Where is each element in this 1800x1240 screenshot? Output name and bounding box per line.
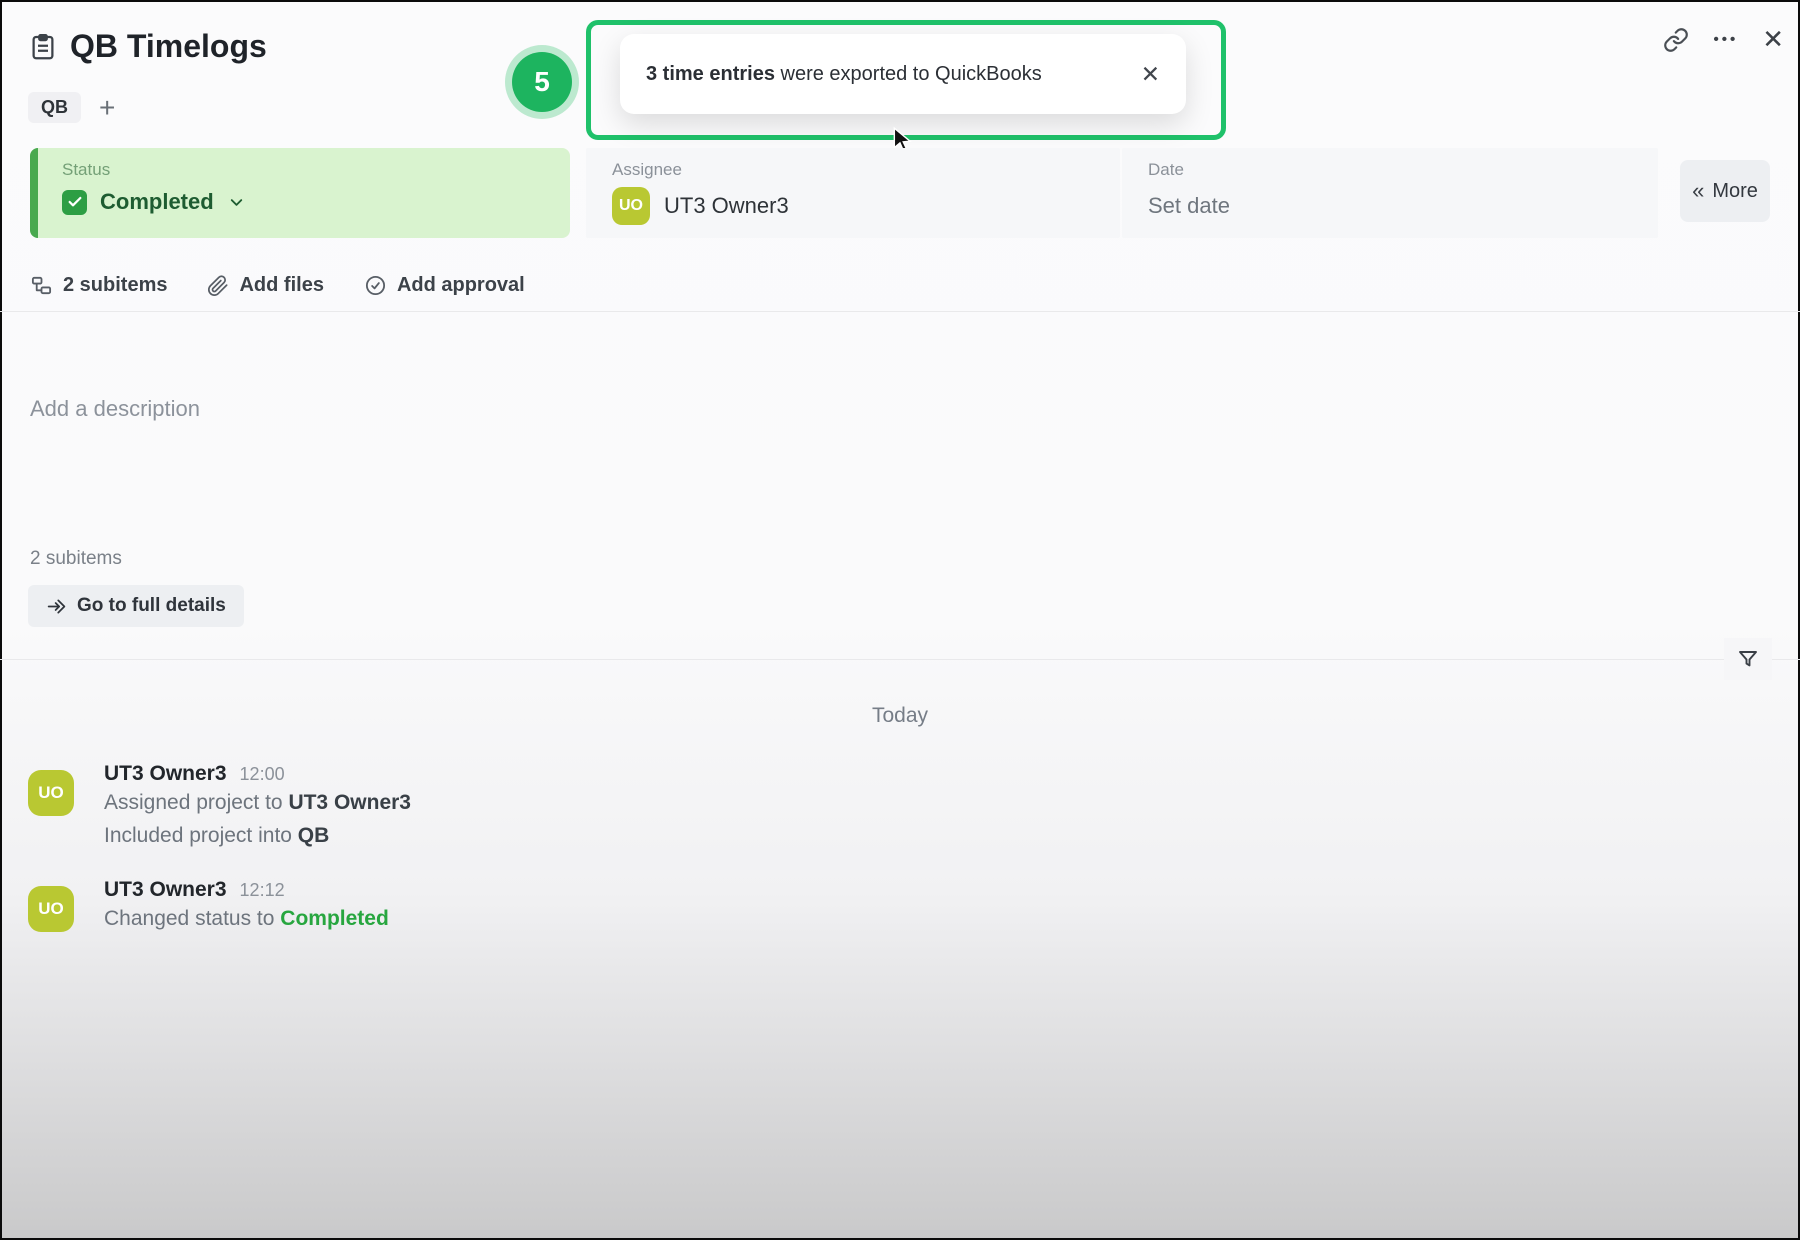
more-fields-button[interactable]: « More <box>1680 160 1770 222</box>
activity-line: Changed status to Completed <box>104 902 389 935</box>
date-field[interactable]: Date Set date <box>1122 148 1658 238</box>
activity-entry-content: UT3 Owner3 12:00 Assigned project to UT3… <box>104 762 411 852</box>
add-tag-button[interactable]: + <box>99 98 115 118</box>
paperclip-icon <box>207 275 229 297</box>
assignee-value: UT3 Owner3 <box>664 193 789 219</box>
activity-entry-content: UT3 Owner3 12:12 Changed status to Compl… <box>104 878 389 935</box>
copy-link-icon[interactable] <box>1663 27 1689 53</box>
activity-line: Included project into QB <box>104 819 411 852</box>
tag-chip[interactable]: QB <box>28 92 81 123</box>
activity-line-text: Included project into <box>104 824 298 847</box>
assignee-label: Assignee <box>612 160 1120 180</box>
activity-line-strong-completed: Completed <box>280 907 389 930</box>
add-files-label: Add files <box>239 274 323 297</box>
status-checkbox-icon <box>62 190 87 215</box>
subitems-count-label: 2 subitems <box>63 274 167 297</box>
page-title: QB Timelogs <box>70 28 267 65</box>
add-approval-label: Add approval <box>397 274 525 297</box>
go-to-details-icon <box>46 596 67 617</box>
date-label: Date <box>1148 160 1658 180</box>
divider <box>0 311 1800 312</box>
activity-entry: UO UT3 Owner3 12:12 Changed status to Co… <box>28 878 389 935</box>
filter-funnel-icon <box>1736 647 1760 671</box>
approval-check-circle-icon <box>364 274 387 297</box>
go-to-full-details-button[interactable]: Go to full details <box>28 585 244 627</box>
description-placeholder[interactable]: Add a description <box>30 396 200 422</box>
avatar: UO <box>612 187 650 225</box>
avatar: UO <box>28 770 74 816</box>
more-button-label: More <box>1712 180 1758 203</box>
activity-line-strong: UT3 Owner3 <box>288 791 411 814</box>
subitems-section-label: 2 subitems <box>30 548 122 570</box>
activity-line-text: Changed status to <box>104 907 280 930</box>
toast-highlight-text: 3 time entries <box>646 63 775 86</box>
activity-line: Assigned project to UT3 Owner3 <box>104 786 411 819</box>
avatar: UO <box>28 886 74 932</box>
activity-line-text: Assigned project to <box>104 791 288 814</box>
assignee-field[interactable]: Assignee UO UT3 Owner3 <box>586 148 1120 238</box>
header: QB Timelogs <box>28 28 267 65</box>
add-approval-button[interactable]: Add approval <box>364 274 525 297</box>
activity-user: UT3 Owner3 <box>104 878 227 902</box>
divider <box>0 659 1800 660</box>
task-detail-window: QB Timelogs QB + ••• ✕ 3 time entries we… <box>0 0 1800 1240</box>
window-actions: ••• ✕ <box>1663 24 1784 55</box>
task-doc-icon <box>28 32 58 62</box>
activity-line-strong: QB <box>298 824 330 847</box>
toast-close-icon[interactable]: ✕ <box>1141 61 1160 88</box>
step-badge: 5 <box>512 52 572 112</box>
toast-notification: 3 time entries were exported to QuickBoo… <box>620 34 1186 114</box>
step-badge-halo: 5 <box>505 45 579 119</box>
activity-filter-button[interactable] <box>1724 638 1772 680</box>
activity-time: 12:00 <box>240 764 285 785</box>
assignee-value-row: UO UT3 Owner3 <box>612 187 1120 225</box>
date-placeholder: Set date <box>1148 193 1658 219</box>
status-field[interactable]: Status Completed <box>30 148 570 238</box>
subitems-tree-icon <box>30 274 53 297</box>
status-label: Status <box>62 160 570 180</box>
toast-message: were exported to QuickBooks <box>775 63 1042 86</box>
activity-entry: UO UT3 Owner3 12:00 Assigned project to … <box>28 762 411 852</box>
more-options-icon[interactable]: ••• <box>1713 31 1738 48</box>
status-value-row: Completed <box>62 189 570 215</box>
activity-day-label: Today <box>0 704 1800 728</box>
close-icon[interactable]: ✕ <box>1762 24 1784 55</box>
collapse-chevrons-icon: « <box>1692 178 1704 204</box>
status-value: Completed <box>100 189 214 215</box>
chevron-down-icon <box>227 193 246 212</box>
go-to-details-label: Go to full details <box>77 595 226 617</box>
tag-row: QB + <box>28 92 115 123</box>
activity-time: 12:12 <box>240 880 285 901</box>
activity-user: UT3 Owner3 <box>104 762 227 786</box>
subitems-button[interactable]: 2 subitems <box>30 274 167 297</box>
quick-actions-row: 2 subitems Add files Add approval <box>30 274 525 297</box>
add-files-button[interactable]: Add files <box>207 274 323 297</box>
